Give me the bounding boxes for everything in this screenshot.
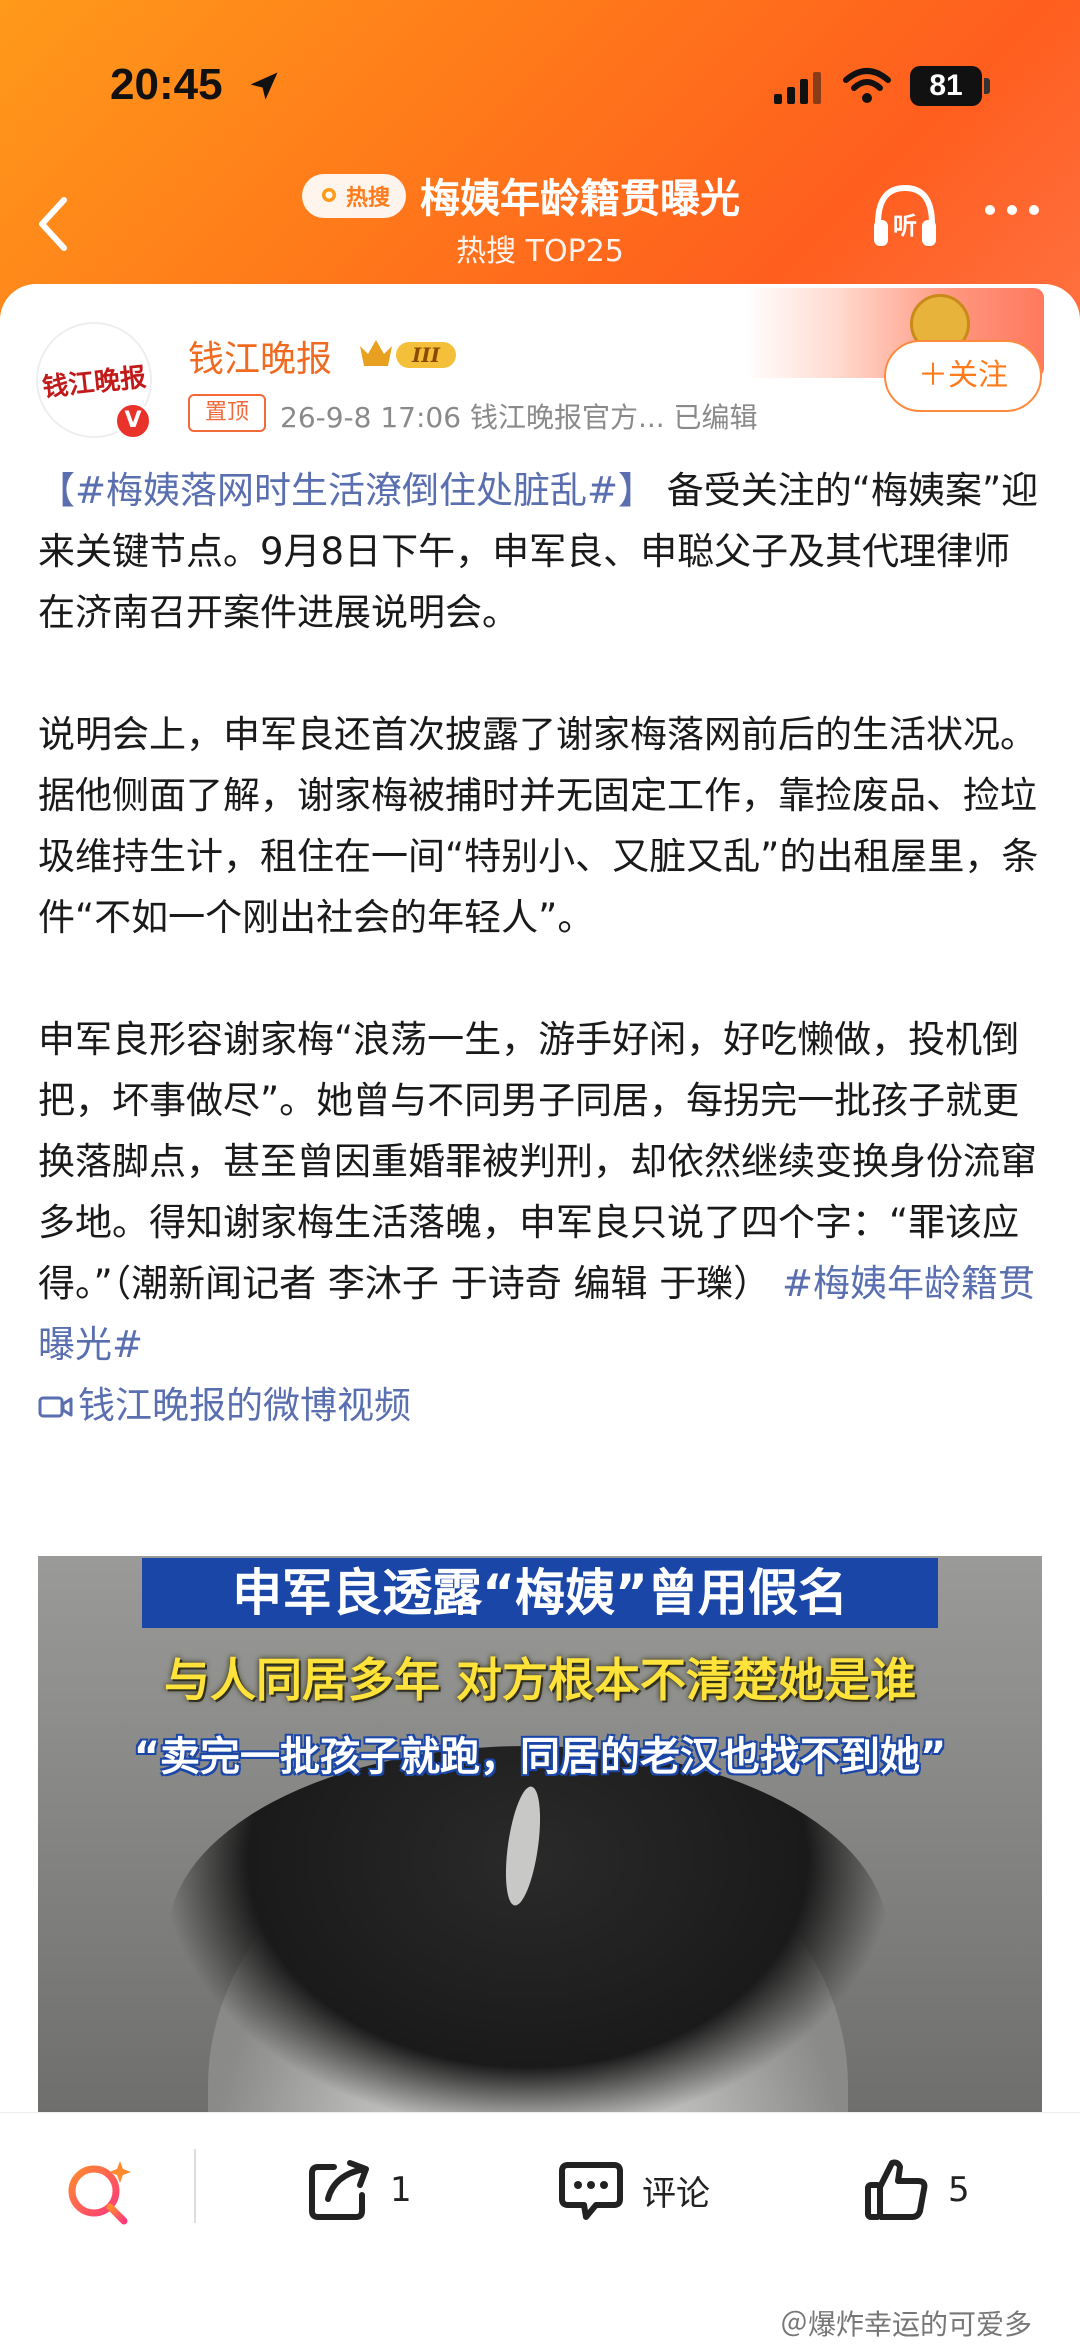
wifi-icon — [843, 68, 891, 103]
comment-icon — [559, 2162, 623, 2220]
like-count: 5 — [948, 2170, 970, 2210]
listen-label: 听 — [893, 212, 917, 240]
nav-bar: 热搜 梅姨年龄籍贯曝光 热搜 TOP25 听 — [0, 170, 1080, 280]
like-button[interactable]: 5 — [862, 2153, 970, 2227]
comment-button[interactable]: 评论 — [556, 2153, 710, 2227]
video-title-line1: 申军良透露“梅姨”曾用假名 — [142, 1558, 938, 1628]
battery-tip — [984, 78, 990, 94]
video-title-line2: 与人同居多年 对方根本不清楚她是谁 — [163, 1653, 916, 1707]
weibo-video-link[interactable]: 钱江晚报的微博视频 — [38, 1384, 411, 1427]
level-badge-text: III — [411, 343, 441, 367]
follow-button[interactable]: ＋关注 — [884, 340, 1042, 412]
status-time: 20:45 — [110, 60, 223, 109]
page-title: 梅姨年龄籍贯曝光 — [420, 176, 740, 222]
video-title-line3: “卖完一批孩子就跑，同居的老汉也找不到她” — [133, 1734, 947, 1780]
post-card: 钱江晚报 V 钱江晚报 III 置顶 26-9-8 17:06 钱江晚报官方..… — [0, 284, 1080, 2114]
verified-badge: V — [114, 402, 152, 440]
video-camera-icon — [38, 1396, 73, 1418]
hot-search-label: 热搜 — [345, 186, 390, 211]
location-arrow-icon — [250, 72, 278, 100]
more-options-icon[interactable] — [980, 190, 1044, 230]
search-sparkle-icon[interactable] — [62, 2157, 136, 2231]
search-icon — [321, 188, 336, 202]
post-body: 【#梅姨落网时生活潦倒住处脏乱#】 备受关注的“梅姨案”迎来关键节点。9月8日下… — [38, 460, 1042, 1436]
post-paragraph: 说明会上，申军良还首次披露了谢家梅落网前后的生活状况。据他侧面了解，谢家梅被捕时… — [38, 704, 1042, 948]
hot-search-pill[interactable]: 热搜 — [302, 174, 406, 218]
post-paragraph: 申军良形容谢家梅“浪荡一生，游手好闲，好吃懒做，投机倒把，坏事做尽”。她曾与不同… — [38, 1009, 1042, 1436]
bottom-action-bar: 1 评论 5 ＠爆炸幸运的可爱多 — [0, 2112, 1080, 2348]
cellular-signal-icon — [774, 72, 821, 104]
thumbs-up-icon — [865, 2159, 928, 2220]
share-icon — [309, 2160, 369, 2220]
post-meta: 26-9-8 17:06 钱江晚报官方... 已编辑 — [280, 401, 758, 434]
share-button[interactable]: 1 — [304, 2153, 412, 2227]
status-bar: 20:45 81 — [0, 0, 1080, 170]
battery-indicator: 81 — [910, 66, 982, 106]
paragraph-text: 说明会上，申军良还首次披露了谢家梅落网前后的生活状况。据他侧面了解，谢家梅被捕时… — [38, 713, 1039, 939]
pinned-tag: 置顶 — [188, 394, 266, 432]
comment-label: 评论 — [642, 2173, 710, 2214]
author-name[interactable]: 钱江晚报 — [188, 330, 332, 382]
watermark: ＠爆炸幸运的可爱多 — [780, 2308, 1033, 2341]
hashtag-link[interactable]: 【#梅姨落网时生活潦倒住处脏乱#】 — [38, 469, 655, 512]
avatar-logo-text: 钱江晚报 — [40, 362, 148, 403]
crown-level-badge-icon: III — [360, 340, 456, 368]
bar-divider — [194, 2149, 196, 2223]
post-paragraph: 【#梅姨落网时生活潦倒住处脏乱#】 备受关注的“梅姨案”迎来关键节点。9月8日下… — [38, 460, 1042, 643]
video-link-label: 钱江晚报的微博视频 — [78, 1384, 411, 1427]
video-thumbnail[interactable]: 申军良透露“梅姨”曾用假名 与人同居多年 对方根本不清楚她是谁 “卖完一批孩子就… — [38, 1556, 1042, 2114]
headphones-listen-icon[interactable]: 听 — [870, 178, 940, 258]
share-count: 1 — [390, 2170, 412, 2210]
